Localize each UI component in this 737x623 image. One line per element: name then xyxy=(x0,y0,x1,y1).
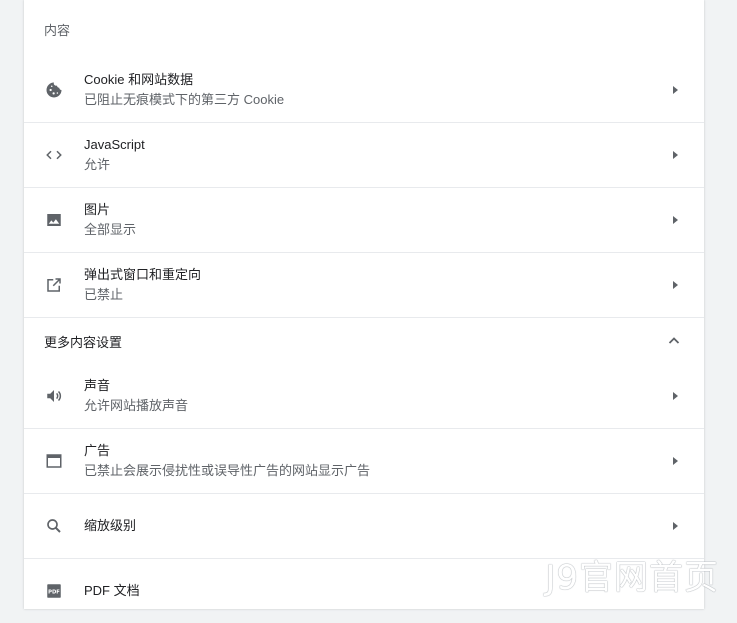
watermark: J9官网首页 xyxy=(545,558,719,598)
arrow-right-icon xyxy=(673,522,678,530)
web-asset-icon xyxy=(44,451,64,471)
arrow-right-icon xyxy=(673,457,678,465)
cookie-icon xyxy=(44,80,64,100)
arrow-right-icon xyxy=(673,151,678,159)
cookies-row[interactable]: Cookie 和网站数据 已阻止无痕模式下的第三方 Cookie xyxy=(24,58,704,122)
arrow-right-icon xyxy=(673,392,678,400)
more-content-settings-title: 更多内容设置 xyxy=(44,334,123,350)
sound-row[interactable]: 声音 允许网站播放声音 xyxy=(24,364,704,428)
row-title: JavaScript xyxy=(84,137,145,152)
images-row[interactable]: 图片 全部显示 xyxy=(24,187,704,252)
pdf-icon: PDF xyxy=(44,581,64,601)
image-icon xyxy=(44,210,64,230)
chevron-up-icon xyxy=(668,337,680,344)
row-title: 广告 xyxy=(84,443,111,458)
arrow-right-icon xyxy=(673,86,678,94)
row-subtitle: 全部显示 xyxy=(84,222,137,237)
zoom-levels-row[interactable]: 缩放级别 xyxy=(24,493,704,558)
popups-row[interactable]: 弹出式窗口和重定向 已禁止 xyxy=(24,252,704,317)
row-title: Cookie 和网站数据 xyxy=(84,72,194,87)
more-content-settings-toggle[interactable]: 更多内容设置 xyxy=(24,317,704,364)
javascript-row[interactable]: JavaScript 允许 xyxy=(24,122,704,187)
open-in-new-icon xyxy=(44,275,64,295)
row-title: 图片 xyxy=(84,202,111,217)
svg-text:PDF: PDF xyxy=(48,589,60,595)
arrow-right-icon xyxy=(673,216,678,224)
row-subtitle: 已禁止 xyxy=(84,287,124,302)
row-subtitle: 允许 xyxy=(84,157,111,172)
row-subtitle: 已阻止无痕模式下的第三方 Cookie xyxy=(84,92,285,107)
row-subtitle: 允许网站播放声音 xyxy=(84,398,189,413)
row-title: 声音 xyxy=(84,378,111,393)
content-settings-card: 内容 Cookie 和网站数据 已阻止无痕模式下的第三方 Cookie Java… xyxy=(24,0,704,609)
search-icon xyxy=(44,516,64,536)
row-title: 缩放级别 xyxy=(84,518,137,533)
row-title: 弹出式窗口和重定向 xyxy=(84,267,202,282)
section-title: 内容 xyxy=(44,22,71,38)
volume-icon xyxy=(44,386,64,406)
arrow-right-icon xyxy=(673,281,678,289)
row-subtitle: 已禁止会展示侵扰性或误导性广告的网站显示广告 xyxy=(84,463,371,478)
code-icon xyxy=(44,145,64,165)
ads-row[interactable]: 广告 已禁止会展示侵扰性或误导性广告的网站显示广告 xyxy=(24,428,704,493)
